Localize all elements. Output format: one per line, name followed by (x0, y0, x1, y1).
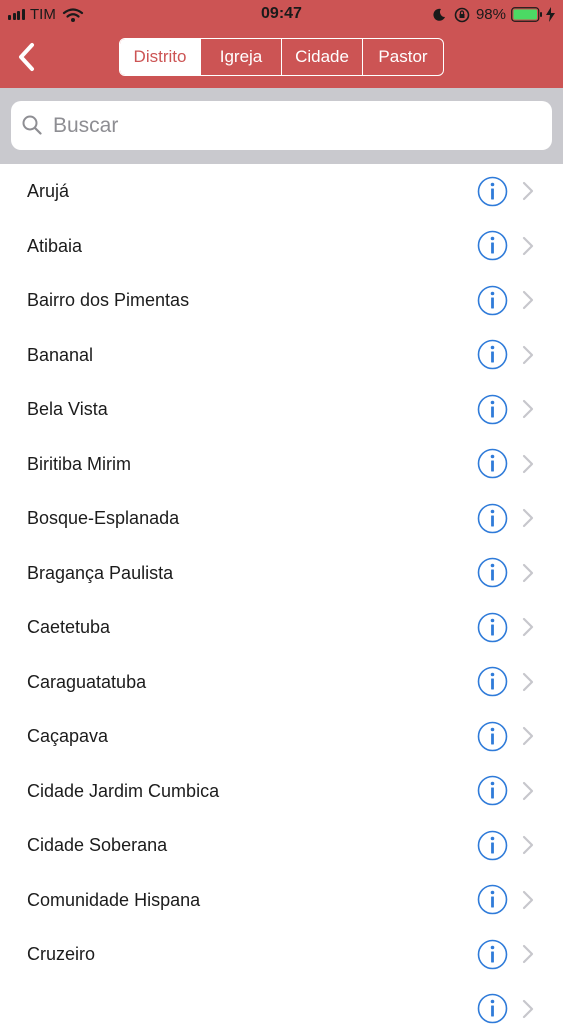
info-icon[interactable] (477, 176, 508, 207)
list-item[interactable]: Cidade Jardim Cumbica (0, 764, 563, 819)
list-item-label: Cidade Jardim Cumbica (27, 764, 219, 819)
chevron-right-icon (522, 835, 534, 855)
chevron-right-icon (522, 181, 534, 201)
chevron-right-icon (522, 345, 534, 365)
search-field[interactable] (11, 101, 552, 150)
tab-cidade[interactable]: Cidade (282, 39, 363, 75)
list-item[interactable]: Bragança Paulista (0, 546, 563, 601)
info-icon[interactable] (477, 448, 508, 479)
list-item[interactable]: Caraguatatuba (0, 655, 563, 710)
chevron-right-icon (522, 999, 534, 1019)
chevron-right-icon (522, 290, 534, 310)
list-item-label: Caraguatatuba (27, 655, 146, 710)
search-icon (21, 114, 43, 136)
tab-distrito[interactable]: Distrito (120, 39, 201, 75)
info-icon[interactable] (477, 230, 508, 261)
info-icon[interactable] (477, 339, 508, 370)
status-right: 98% (432, 6, 555, 23)
chevron-right-icon (522, 236, 534, 256)
chevron-right-icon (522, 781, 534, 801)
list-item-label: Arujá (27, 164, 69, 219)
charging-bolt-icon (546, 7, 555, 22)
tab-igreja[interactable]: Igreja (201, 39, 282, 75)
chevron-right-icon (522, 944, 534, 964)
list-item-label: Bairro dos Pimentas (27, 273, 189, 328)
navigation-header: TIM 09:47 98% (0, 0, 563, 88)
list-item[interactable]: Bela Vista (0, 382, 563, 437)
list-item[interactable]: Atibaia (0, 219, 563, 274)
search-input[interactable] (51, 107, 535, 145)
info-icon[interactable] (477, 939, 508, 970)
info-icon[interactable] (477, 503, 508, 534)
rotation-lock-icon (454, 7, 470, 23)
segmented-control: Distrito Igreja Cidade Pastor (119, 38, 444, 76)
list-item[interactable]: Cruzeiro (0, 927, 563, 982)
list-item[interactable]: Caçapava (0, 709, 563, 764)
list-item-label: Caçapava (27, 709, 108, 764)
list-item[interactable]: Comunidade Hispana (0, 873, 563, 928)
info-icon[interactable] (477, 285, 508, 316)
info-icon[interactable] (477, 612, 508, 643)
chevron-right-icon (522, 454, 534, 474)
district-list: Arujá Atibaia Bairro dos Pimentas Banana… (0, 164, 563, 1036)
status-bar: TIM 09:47 98% (0, 0, 563, 30)
chevron-right-icon (522, 672, 534, 692)
list-item[interactable]: Biritiba Mirim (0, 437, 563, 492)
info-icon[interactable] (477, 993, 508, 1024)
list-item-label: Cidade Soberana (27, 818, 167, 873)
list-item-partial[interactable] (0, 982, 563, 1036)
chevron-right-icon (522, 890, 534, 910)
chevron-right-icon (522, 399, 534, 419)
list-item-label: Bela Vista (27, 382, 108, 437)
info-icon[interactable] (477, 775, 508, 806)
list-item[interactable]: Bairro dos Pimentas (0, 273, 563, 328)
info-icon[interactable] (477, 721, 508, 752)
info-icon[interactable] (477, 557, 508, 588)
battery-percent: 98% (476, 6, 506, 23)
search-bar (0, 88, 563, 164)
info-icon[interactable] (477, 666, 508, 697)
list-item-label: Cruzeiro (27, 927, 95, 982)
info-icon[interactable] (477, 394, 508, 425)
list-item-label: Comunidade Hispana (27, 873, 200, 928)
moon-icon (432, 8, 446, 22)
list-item[interactable]: Cidade Soberana (0, 818, 563, 873)
list-item-label: Bosque-Esplanada (27, 491, 179, 546)
chevron-right-icon (522, 617, 534, 637)
info-icon[interactable] (477, 830, 508, 861)
back-chevron-icon[interactable] (16, 42, 38, 72)
list-item-label: Biritiba Mirim (27, 437, 131, 492)
list-item[interactable]: Bananal (0, 328, 563, 383)
list-item-label: Atibaia (27, 219, 82, 274)
battery-icon (511, 7, 543, 22)
list-item-label: Bananal (27, 328, 93, 383)
list-item[interactable]: Bosque-Esplanada (0, 491, 563, 546)
list-item[interactable]: Caetetuba (0, 600, 563, 655)
info-icon[interactable] (477, 884, 508, 915)
list-item[interactable]: Arujá (0, 164, 563, 219)
list-item-label: Caetetuba (27, 600, 110, 655)
tab-pastor[interactable]: Pastor (363, 39, 443, 75)
chevron-right-icon (522, 563, 534, 583)
list-item-label: Bragança Paulista (27, 546, 173, 601)
chevron-right-icon (522, 508, 534, 528)
chevron-right-icon (522, 726, 534, 746)
